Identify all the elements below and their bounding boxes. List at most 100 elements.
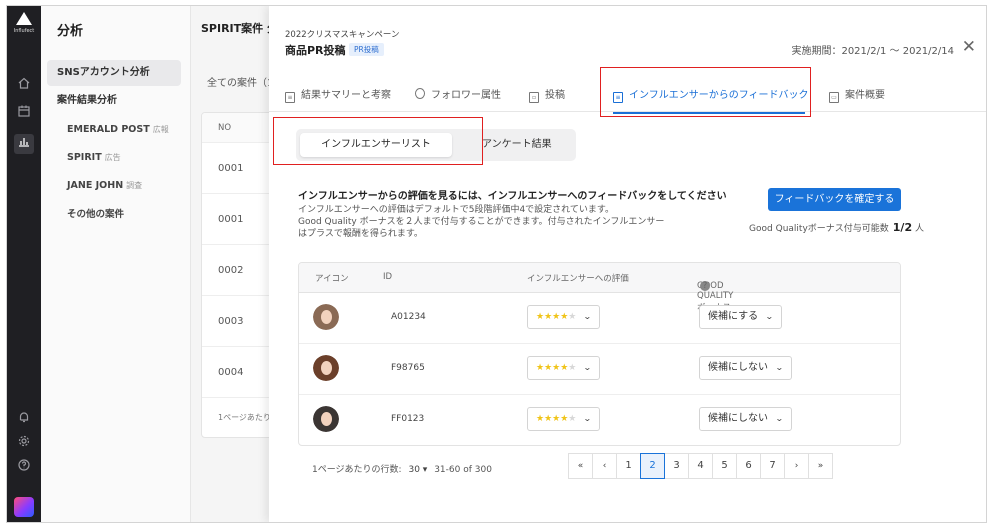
bonus-value: 候補にしない [708,413,768,424]
subitem-label: SPIRIT [67,152,102,163]
pagination: « ‹ 1 2 3 4 5 6 7 › » [568,453,833,479]
document-icon: ≡ [285,92,295,103]
subitem-label: EMERALD POST [67,124,150,135]
tab-label: 投稿 [545,90,565,101]
rows-per-page-select[interactable]: 30 ▾ [408,465,427,475]
bonus-value: 候補にする [708,311,759,322]
chevron-down-icon: ⌄ [583,312,593,321]
page-button-5[interactable]: 5 [712,453,737,479]
sidebar-subitem-jane-john[interactable]: JANE JOHN 調査 [67,180,142,191]
logo-mark-icon [16,12,32,25]
bonus-count-value: 1/2 [892,221,913,234]
app-window: Influfect 分析 SNSアカウント分析 案件結果分析 EMERALD P… [6,5,987,523]
bonus-dropdown[interactable]: 候補にする ⌄ [699,305,782,329]
rating-dropdown[interactable]: ★★★★★ ⌄ [527,356,601,380]
last-page-button[interactable]: » [808,453,833,479]
subitem-tag: 広報 [152,125,169,134]
chevron-down-icon: ⌄ [774,414,784,423]
confirm-feedback-button[interactable]: フィードバックを確定する [768,188,901,211]
subitem-tag: 調査 [126,181,143,190]
calendar-icon[interactable] [14,104,34,124]
chevron-down-icon: ⌄ [583,414,593,423]
page-button-6[interactable]: 6 [736,453,761,479]
bonus-value: 候補にしない [708,362,768,373]
bonus-count-unit: 人 [914,224,924,234]
gear-icon[interactable] [14,434,34,454]
rows-per-page: 1ページあたりの行数: 30 ▾ 31-60 of 300 [312,462,492,475]
bonus-dropdown[interactable]: 候補にしない ⌄ [699,356,792,380]
bar-chart-icon[interactable] [14,134,34,154]
brand-app-icon[interactable] [14,497,34,517]
sidebar: 分析 SNSアカウント分析 案件結果分析 EMERALD POST 広報 SPIR… [41,6,191,522]
sidebar-subitem-spirit[interactable]: SPIRIT 広告 [67,152,121,163]
col-header-icon: アイコン [315,274,349,284]
image-icon: ▫ [529,92,539,103]
feedback-heading: インフルエンサーからの評価を見るには、インフルエンサーへのフィードバックをしてく… [298,191,727,202]
sidebar-subitem-emerald-post[interactable]: EMERALD POST 広報 [67,124,169,135]
tab-posts[interactable]: ▫ 投稿 [529,86,565,103]
icon-rail: Influfect [7,6,41,522]
avatar [313,406,339,432]
table-row: F98765 ★★★★★ ⌄ 候補にしない ⌄ [299,344,900,395]
bonus-dropdown[interactable]: 候補にしない ⌄ [699,407,792,431]
home-icon[interactable] [14,76,34,96]
users-icon [415,88,425,99]
page-button-3[interactable]: 3 [664,453,689,479]
highlight-box-segment [273,117,483,165]
logo-text: Influfect [13,28,35,34]
campaign-name: 2022クリスマスキャンペーン [285,30,400,40]
avatar [313,304,339,330]
feedback-desc-line: インフルエンサーへの評価はデフォルトで5段階評価中4で設定されています。 [298,205,615,215]
col-header-rating: インフルエンサーへの評価 [527,274,629,284]
app-logo[interactable]: Influfect [12,12,36,42]
table-row: A01234 ★★★★★ ⌄ 候補にする ⌄ [299,293,900,344]
page-button-7[interactable]: 7 [760,453,785,479]
bonus-count-label: Good Qualityボーナス付与可能数 [749,224,889,234]
help-icon[interactable]: ? [700,281,710,291]
page-button-4[interactable]: 4 [688,453,713,479]
feedback-desc-line: Good Quality ボーナスを２人まで付与することができます。付与されたイ… [298,217,665,227]
sidebar-title: 分析 [57,24,84,39]
rating-dropdown[interactable]: ★★★★★ ⌄ [527,407,601,431]
tab-label: 案件概要 [845,90,885,101]
prev-page-button[interactable]: ‹ [592,453,617,479]
influencer-table: アイコン ID インフルエンサーへの評価 GOOD QUALITYボーナス? A… [298,262,901,446]
subitem-label: JANE JOHN [67,180,124,191]
influencer-id: F98765 [391,363,425,373]
help-icon[interactable] [14,458,34,478]
avatar [313,355,339,381]
bell-icon[interactable] [14,410,34,430]
first-page-button[interactable]: « [568,453,593,479]
influencer-id: A01234 [391,312,426,322]
sidebar-item-project-analysis[interactable]: 案件結果分析 [47,88,181,114]
tab-label: 結果サマリーと考察 [301,90,391,101]
subitem-tag: 広告 [104,153,121,162]
tab-summary[interactable]: ≡ 結果サマリーと考察 [285,86,391,103]
highlight-box-tab [600,67,811,117]
feedback-description: インフルエンサーへの評価はデフォルトで5段階評価中4で設定されています。 Goo… [298,204,698,240]
chevron-down-icon: ⌄ [765,312,774,321]
chevron-down-icon: ⌄ [583,363,593,372]
tab-project-overview[interactable]: ▭ 案件概要 [829,86,885,103]
page-button-2[interactable]: 2 [640,453,665,479]
col-header-id: ID [383,272,393,282]
feedback-desc-line: はプラスで報酬を得られます。 [298,229,423,239]
rows-per-page-value: 30 [408,465,420,475]
table-row: FF0123 ★★★★★ ⌄ 候補にしない ⌄ [299,395,900,445]
caret-down-icon: ▾ [422,465,428,475]
segment-survey-results[interactable]: アンケート結果 [482,133,552,157]
rating-dropdown[interactable]: ★★★★★ ⌄ [527,305,601,329]
sidebar-subitem-other[interactable]: その他の案件 [67,206,124,220]
sidebar-item-sns-analysis[interactable]: SNSアカウント分析 [47,60,181,86]
page-button-1[interactable]: 1 [616,453,641,479]
rows-per-page-label: 1ページあたりの行数: [312,465,402,475]
close-icon[interactable]: ✕ [962,37,976,57]
table-header: アイコン ID インフルエンサーへの評価 GOOD QUALITYボーナス? [299,263,900,313]
tab-follower-attributes[interactable]: フォロワー属性 [415,86,501,101]
influencer-id: FF0123 [391,414,425,424]
calendar-icon: ▭ [829,92,839,103]
campaign-period: 実施期間：2021/2/1 〜 2021/2/14 [791,46,954,57]
next-page-button[interactable]: › [784,453,809,479]
subitem-label: その他の案件 [67,209,125,220]
detail-panel: 2022クリスマスキャンペーン 商品PR投稿 PR投稿 実施期間：2021/2/… [269,6,986,522]
